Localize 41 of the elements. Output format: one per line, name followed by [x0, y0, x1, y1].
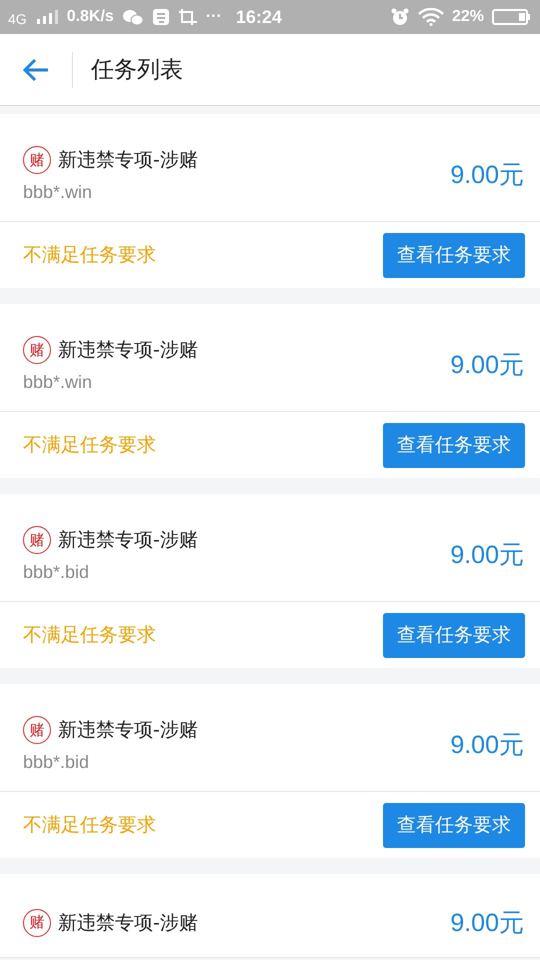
task-domain: bbb*.win [23, 372, 94, 393]
task-domain: bbb*.win [23, 182, 94, 203]
chat-bubbles-icon [122, 8, 144, 26]
task-reward: 9.00元 [450, 540, 524, 571]
task-status: 不满足任务要求 [23, 433, 156, 458]
network-type: 4G [8, 11, 27, 27]
network-speed: 0.8K/s [66, 8, 114, 26]
back-arrow-icon[interactable] [22, 58, 50, 82]
battery-icon [492, 8, 530, 26]
page-title: 任务列表 [91, 56, 183, 85]
task-reward: 9.00元 [450, 908, 524, 939]
clock-time: 16:24 [236, 6, 282, 28]
task-title: 新违禁专项-涉赌 [58, 338, 198, 363]
view-requirements-button[interactable]: 查看任务要求 [383, 232, 525, 278]
task-title: 新违禁专项-涉赌 [58, 718, 198, 743]
task-status: 不满足任务要求 [23, 243, 156, 268]
task-reward: 9.00元 [450, 350, 524, 381]
signal-icon [34, 9, 59, 25]
task-title: 新违禁专项-涉赌 [58, 528, 198, 553]
category-badge: 赌 [23, 526, 51, 554]
task-reward: 9.00元 [450, 730, 524, 761]
category-badge: 赌 [23, 716, 51, 744]
task-domain: bbb*.bid [23, 562, 90, 583]
battery-percent: 22% [452, 8, 484, 26]
view-requirements-button[interactable]: 查看任务要求 [383, 802, 525, 848]
task-status: 不满足任务要求 [23, 813, 156, 838]
task-domain: bbb*.bid [23, 752, 90, 773]
wifi-icon [418, 8, 444, 26]
alarm-clock-icon [390, 7, 410, 27]
task-title: 新违禁专项-涉赌 [58, 910, 198, 936]
view-requirements-button[interactable]: 查看任务要求 [383, 612, 525, 658]
more-indicator: ··· [206, 8, 222, 26]
crop-icon [178, 8, 198, 26]
view-requirements-button[interactable]: 查看任务要求 [383, 422, 525, 468]
task-reward: 9.00元 [450, 160, 524, 191]
category-badge: 赌 [23, 336, 51, 364]
category-badge: 赌 [23, 908, 51, 936]
category-badge: 赌 [23, 146, 51, 174]
task-status: 不满足任务要求 [23, 623, 156, 648]
app-square-icon [152, 8, 170, 26]
task-title: 新违禁专项-涉赌 [58, 148, 198, 173]
